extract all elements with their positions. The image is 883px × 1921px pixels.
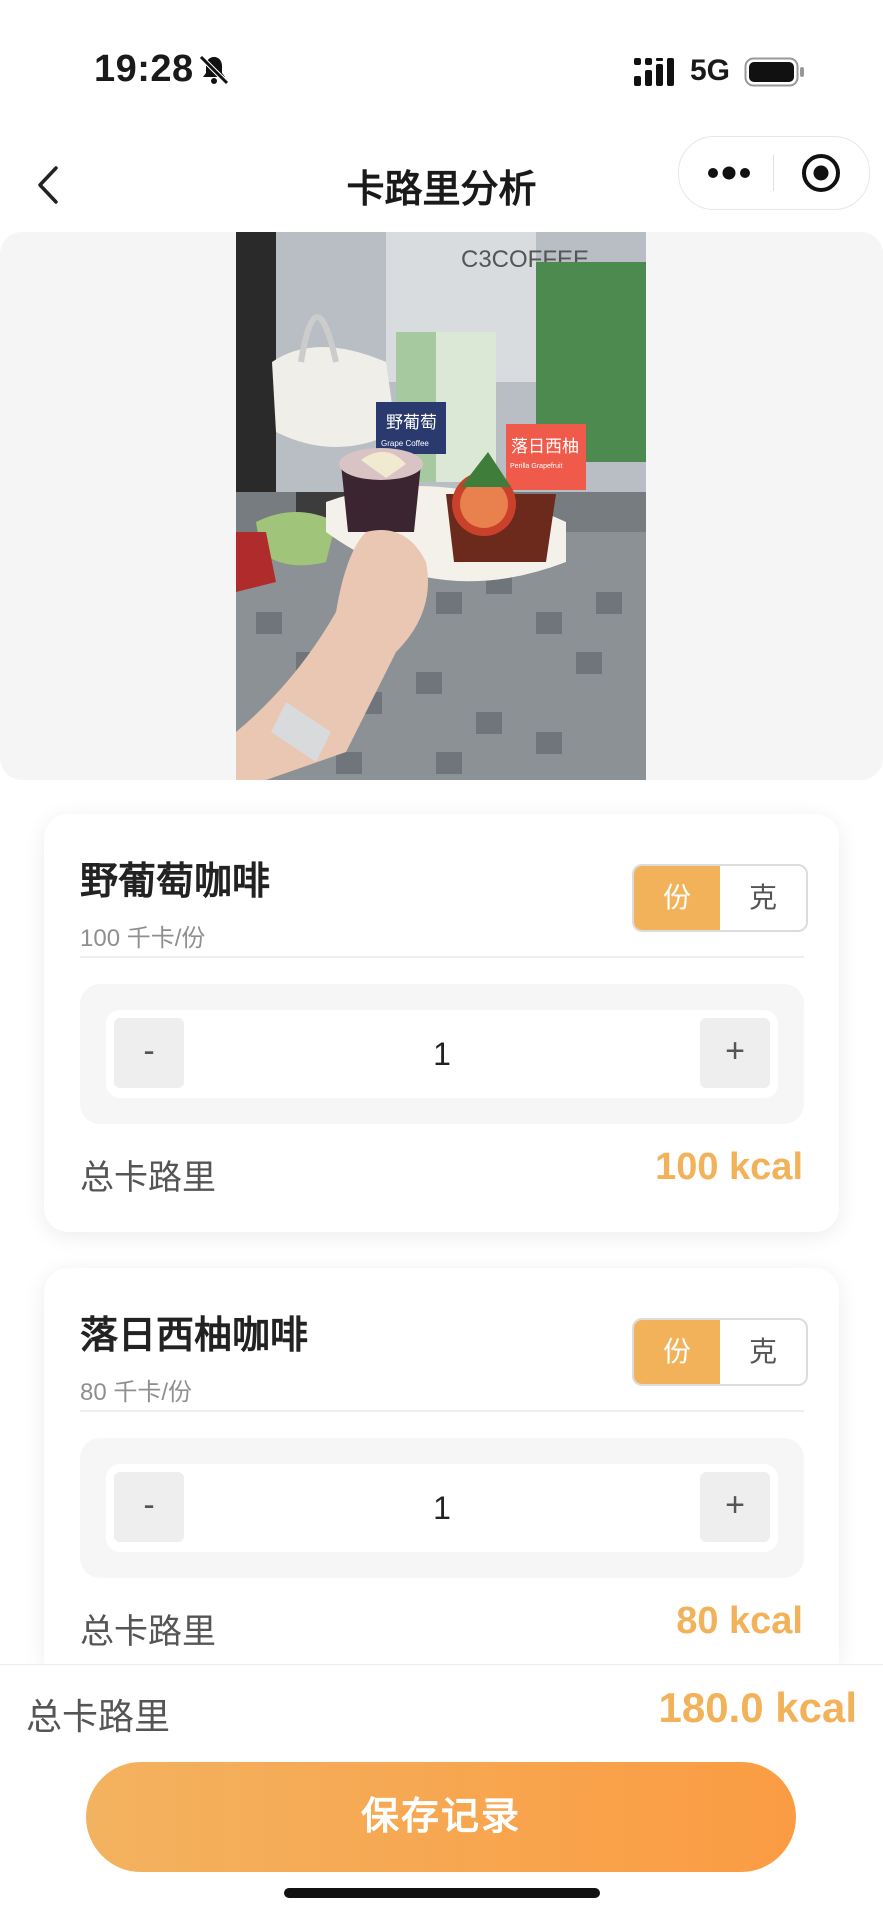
decrement-button[interactable]: - <box>114 1018 184 1088</box>
target-circle-icon[interactable] <box>799 151 843 195</box>
quantity-input[interactable]: 1 <box>206 1464 678 1552</box>
unit-gram-option[interactable]: 克 <box>720 866 806 930</box>
item-total-value: 80 kcal <box>676 1600 803 1642</box>
unit-gram-option[interactable]: 克 <box>720 1320 806 1384</box>
network-label: 5G <box>690 54 731 87</box>
summary-value: 180.0 kcal <box>658 1684 857 1731</box>
item-total-label: 总卡路里 <box>80 1613 216 1651</box>
quantity-stepper: - 1 + <box>106 1464 778 1552</box>
divider <box>80 1410 804 1412</box>
save-record-button[interactable]: 保存记录 <box>86 1762 796 1872</box>
capsule-divider <box>773 155 774 191</box>
food-photo[interactable]: C3COFFEE 野葡萄 Grape Coffee 落日西柚 Perilla G… <box>236 232 646 780</box>
item-calories-per-unit: 80 千卡/份 <box>80 1379 193 1406</box>
quantity-panel: - 1 + <box>80 1438 804 1578</box>
item-name: 野葡萄咖啡 <box>80 861 271 903</box>
sign-left: 野葡萄 <box>386 413 437 432</box>
food-item-card: 野葡萄咖啡 100 千卡/份 份 克 - 1 + 总卡路里 100 kcal <box>44 814 839 1232</box>
increment-button[interactable]: + <box>700 1018 770 1088</box>
bell-muted-icon <box>199 55 229 85</box>
quantity-stepper: - 1 + <box>106 1010 778 1098</box>
item-total-value: 100 kcal <box>655 1146 803 1188</box>
sign-right: 落日西柚 <box>511 437 579 456</box>
unit-toggle: 份 克 <box>632 864 808 932</box>
summary-label: 总卡路里 <box>26 1696 171 1737</box>
increment-button[interactable]: + <box>700 1472 770 1542</box>
signal-icon <box>634 58 674 86</box>
item-calories-per-unit: 100 千卡/份 <box>80 925 206 952</box>
divider <box>80 956 804 958</box>
item-total-label: 总卡路里 <box>80 1159 216 1197</box>
unit-toggle: 份 克 <box>632 1318 808 1386</box>
status-bar: 19:28 5G <box>0 0 883 140</box>
home-indicator <box>284 1888 600 1898</box>
mini-program-capsule <box>678 136 870 210</box>
battery-icon <box>744 57 804 87</box>
unit-portion-option[interactable]: 份 <box>634 866 720 930</box>
more-dots-icon[interactable] <box>705 157 753 189</box>
decrement-button[interactable]: - <box>114 1472 184 1542</box>
quantity-input[interactable]: 1 <box>206 1010 678 1098</box>
sign-right-sub: Perilla Grapefruit <box>510 463 563 470</box>
quantity-panel: - 1 + <box>80 984 804 1124</box>
sign-left-sub: Grape Coffee <box>381 439 429 448</box>
item-name: 落日西柚咖啡 <box>80 1315 309 1357</box>
status-time: 19:28 <box>94 48 194 90</box>
food-item-card: 落日西柚咖啡 80 千卡/份 份 克 - 1 + 总卡路里 80 kcal <box>44 1268 839 1664</box>
unit-portion-option[interactable]: 份 <box>634 1320 720 1384</box>
